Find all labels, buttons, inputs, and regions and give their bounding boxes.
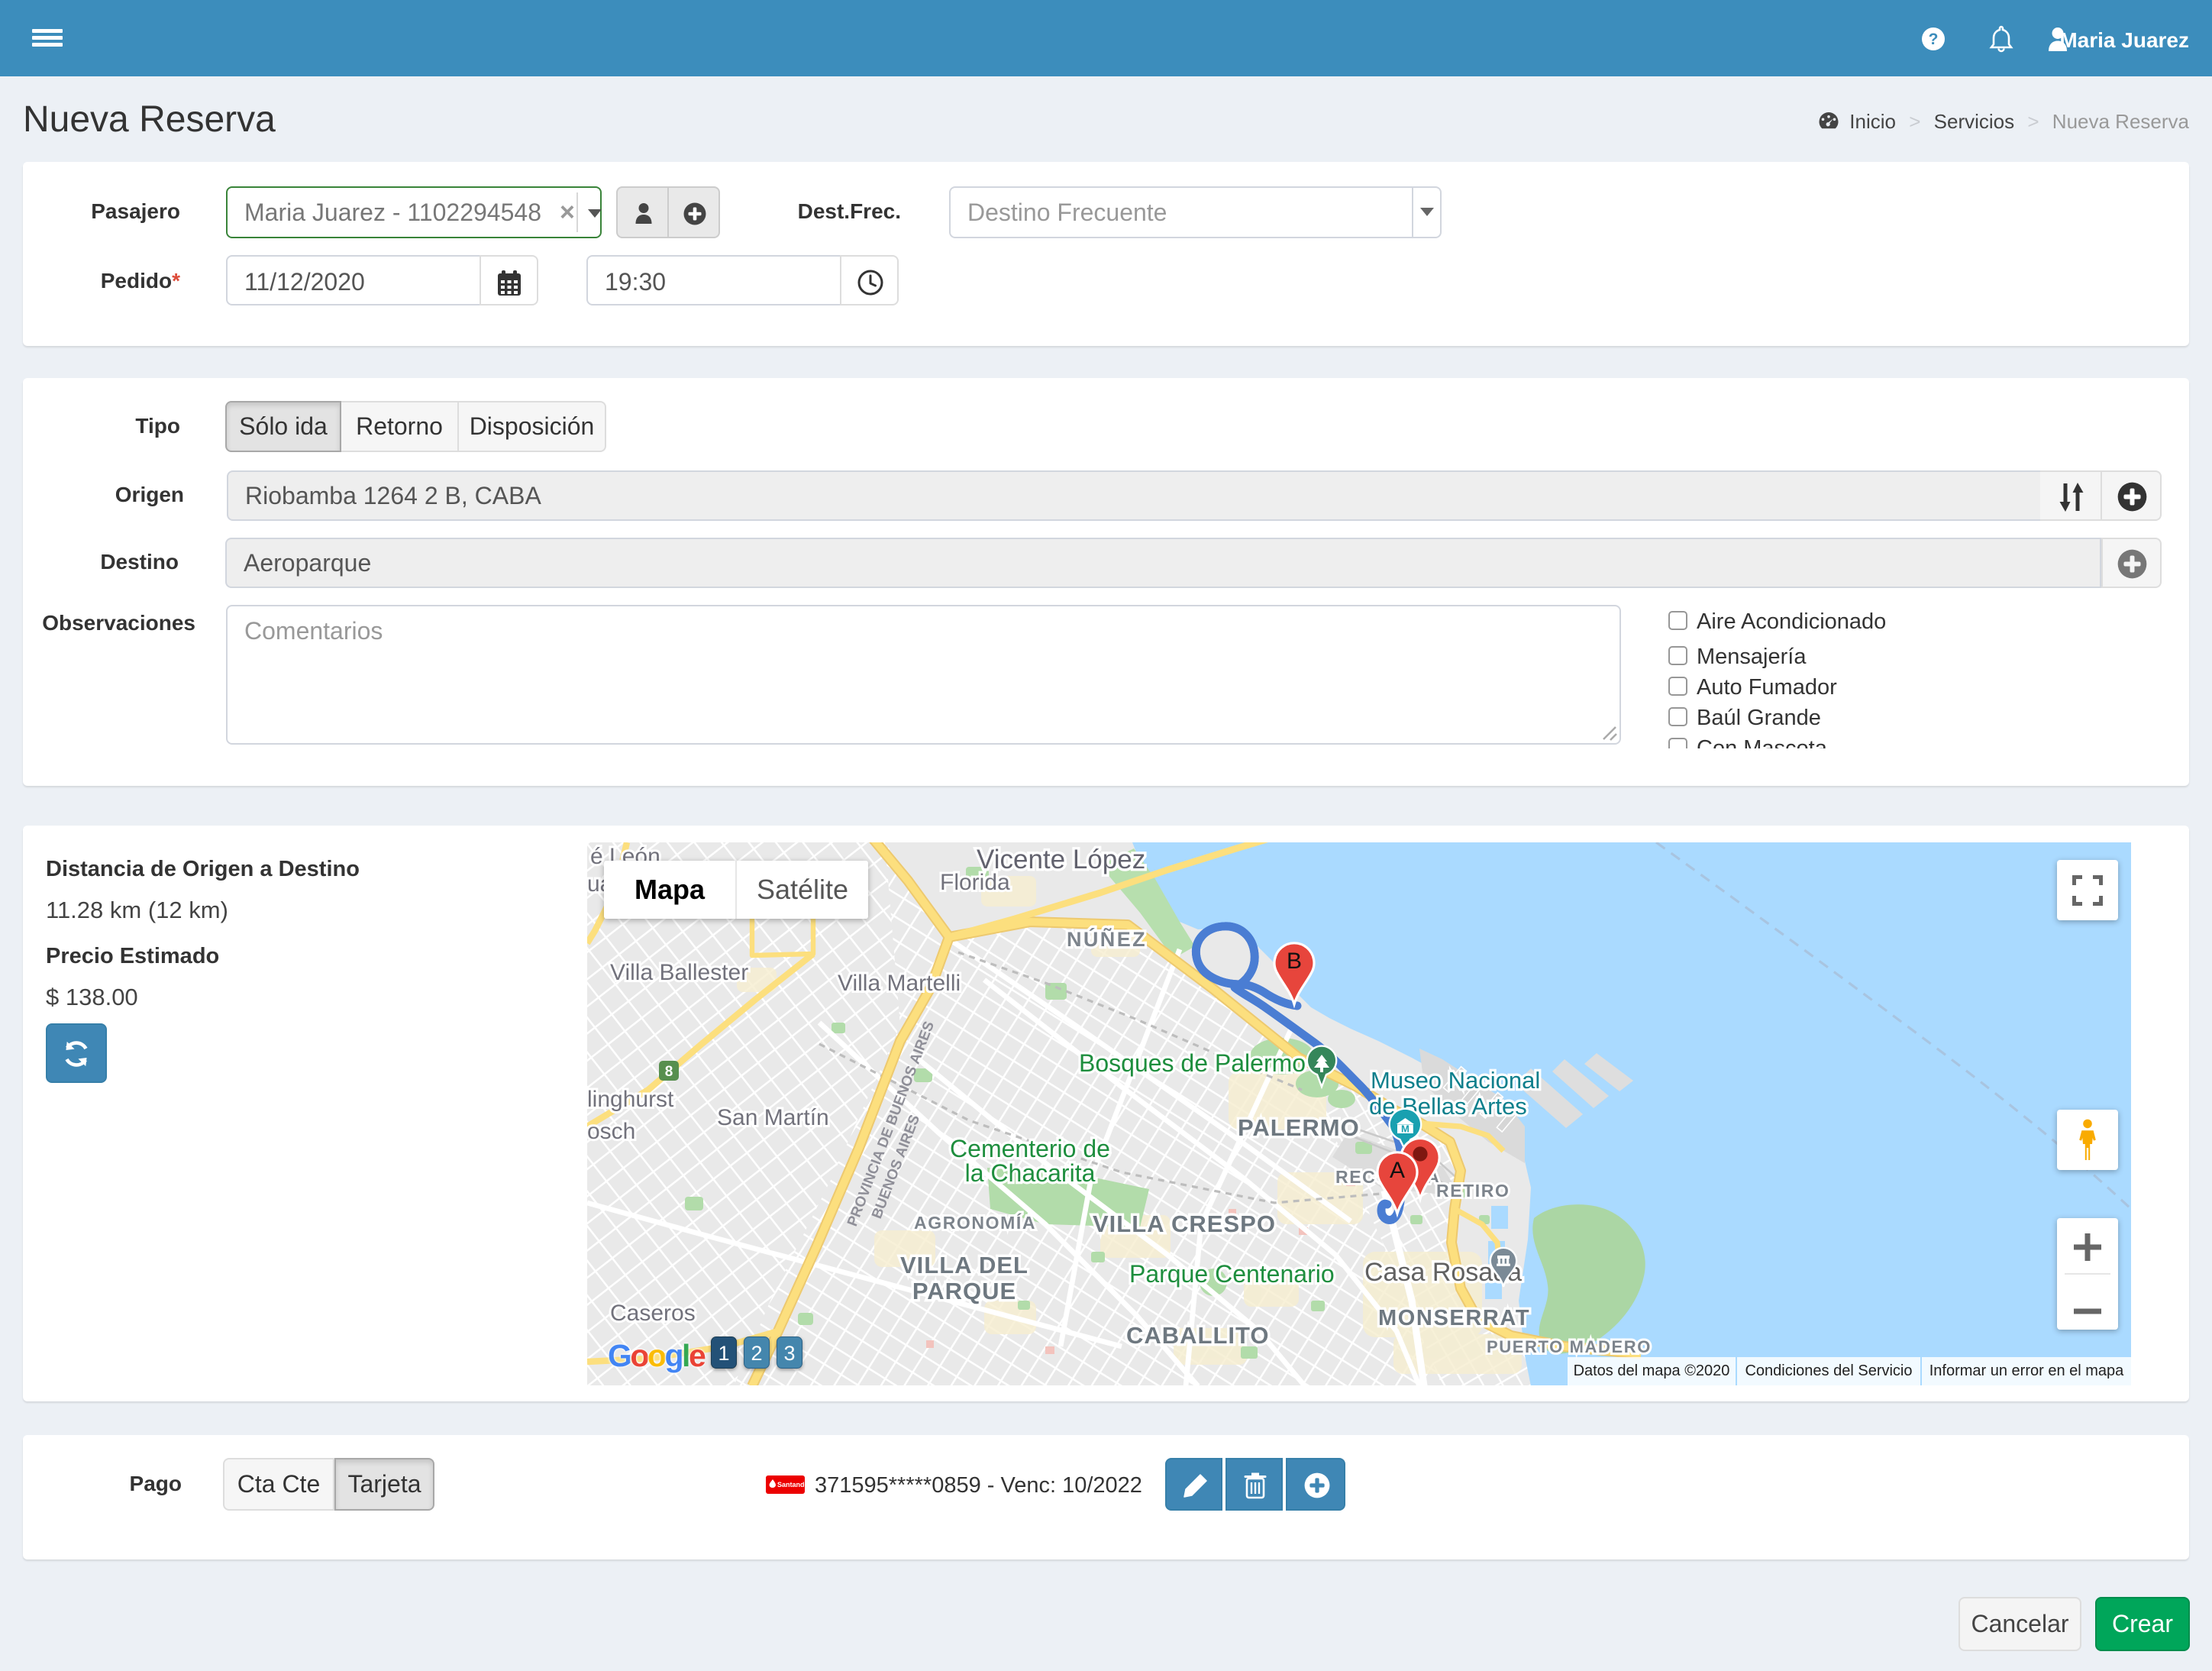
svg-text:Cementerio de: Cementerio de <box>950 1135 1110 1162</box>
svg-text:AGRONOMÍA: AGRONOMÍA <box>914 1212 1036 1233</box>
svg-text:CABALLITO: CABALLITO <box>1126 1322 1270 1349</box>
svg-text:MONSERRAT: MONSERRAT <box>1378 1306 1530 1330</box>
svg-text:PUERTO MADERO: PUERTO MADERO <box>1487 1337 1652 1356</box>
svg-text:PALERMO: PALERMO <box>1238 1114 1360 1141</box>
svg-text:osch: osch <box>587 1119 635 1144</box>
svg-text:Villa Ballester: Villa Ballester <box>610 960 748 985</box>
svg-text:VILLA CRESPO: VILLA CRESPO <box>1093 1210 1276 1237</box>
svg-text:VILLA DEL: VILLA DEL <box>900 1252 1028 1278</box>
svg-text:Parque Centenario: Parque Centenario <box>1129 1260 1335 1288</box>
svg-text:la Chacarita: la Chacarita <box>965 1159 1096 1187</box>
svg-text:M: M <box>1401 1123 1410 1134</box>
svg-text:linghurst: linghurst <box>587 1087 674 1112</box>
svg-text:RETIRO: RETIRO <box>1436 1181 1510 1201</box>
svg-text:8: 8 <box>665 1064 673 1080</box>
svg-text:A: A <box>1390 1158 1405 1183</box>
svg-text:PARQUE: PARQUE <box>912 1278 1016 1304</box>
svg-text:?: ? <box>1929 31 1939 48</box>
svg-text:Bosques de Palermo: Bosques de Palermo <box>1079 1049 1306 1077</box>
svg-text:San Martín: San Martín <box>717 1105 829 1130</box>
svg-text:B: B <box>1287 949 1302 974</box>
svg-text:NÚÑEZ: NÚÑEZ <box>1067 927 1147 951</box>
svg-text:Museo Nacional: Museo Nacional <box>1371 1067 1540 1094</box>
svg-text:Caseros: Caseros <box>610 1301 696 1326</box>
svg-text:Villa Martelli: Villa Martelli <box>838 971 961 996</box>
svg-text:Vicente López: Vicente López <box>977 845 1145 874</box>
